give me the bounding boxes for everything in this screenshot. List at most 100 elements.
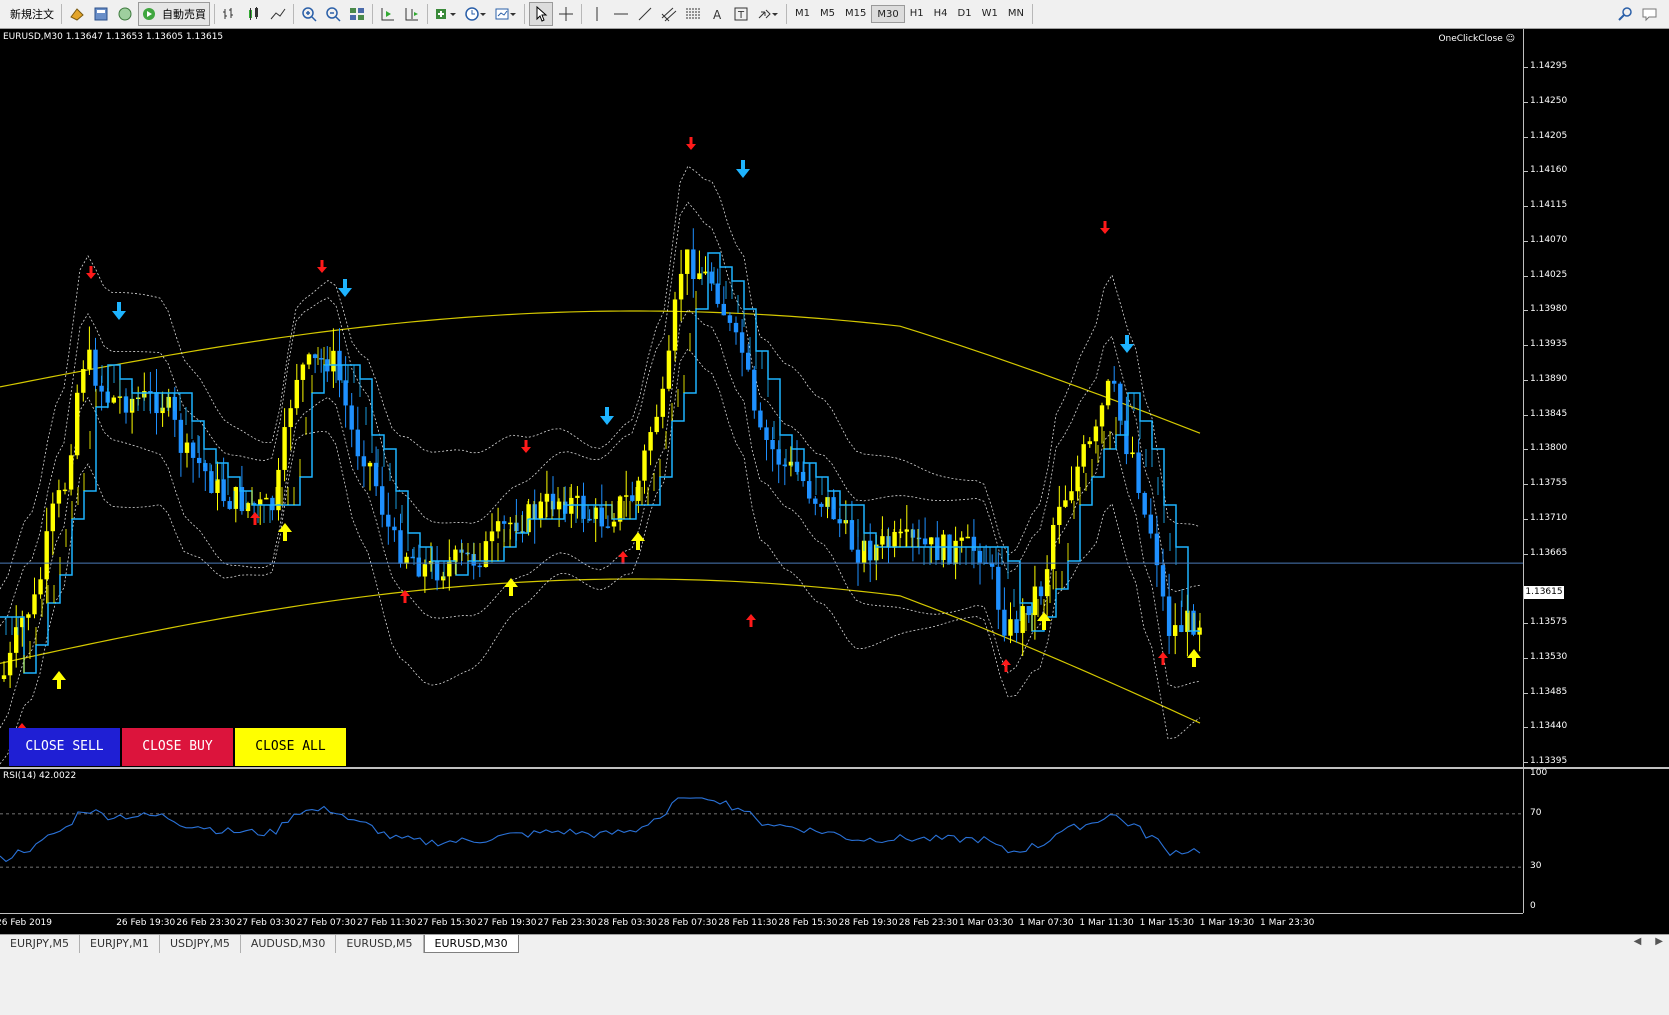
candle-body [1142,492,1147,515]
timeframe-w1[interactable]: W1 [977,5,1003,23]
timeframe-m15[interactable]: M15 [840,5,871,23]
timeframe-h4[interactable]: H4 [929,5,953,23]
scroll-right-icon[interactable]: ▶ [1655,936,1663,947]
price-label: 1.13575 [1530,617,1568,627]
new-order-label: 新規注文 [10,8,54,21]
metaeditor-icon[interactable] [66,3,88,25]
toolbar-divider [524,4,525,24]
candle-body [44,531,49,580]
candle-body [617,496,623,522]
candle-body [654,416,659,433]
tab-eurjpy-m5[interactable]: EURJPY,M5 [0,935,80,953]
candle-body [306,354,312,365]
timeframe-m1[interactable]: M1 [790,5,815,23]
candle-body [264,497,269,500]
periods-icon[interactable] [462,3,490,25]
candle-body [550,493,556,510]
timeframe-h1[interactable]: H1 [905,5,929,23]
candle-body [855,549,861,563]
candle-body [746,352,751,370]
candle-body [1130,452,1135,455]
candle-body [300,364,306,380]
price-tick [1524,136,1528,138]
oneclick-close-text: OneClickClose [1438,34,1503,44]
time-label: 1 Mar 03:30 [959,918,1014,928]
tab-eurusd-m30[interactable]: EURUSD,M30 [423,935,519,953]
candle-body [7,652,13,676]
tab-eurusd-m5[interactable]: EURUSD,M5 [336,935,424,953]
auto-trading-button[interactable]: 自動売買 [138,2,210,26]
tab-eurjpy-m1[interactable]: EURJPY,M1 [80,935,160,953]
price-label: 1.14160 [1530,165,1568,176]
candle-body [68,455,74,490]
chart-shift-icon[interactable] [401,3,423,25]
close-buy-button[interactable]: CLOSE BUY [122,728,233,766]
zoom-in-icon[interactable] [298,3,320,25]
candle-body [715,283,720,304]
top-marker-arrow [1100,221,1110,234]
candlestick-icon[interactable] [243,3,265,25]
timeframe-m30[interactable]: M30 [871,5,905,23]
bottom-marker-arrow [1158,652,1168,665]
scroll-left-icon[interactable]: ◀ [1634,936,1642,947]
text-icon[interactable]: A [706,3,728,25]
candle-body [1020,606,1025,633]
candle-body [1136,452,1141,493]
candle-body [1044,569,1050,597]
main-toolbar: 新規注文 自動売買 A T M1 M5 M15 M30 H1 H4 D1 W1 … [0,0,1669,29]
price-tick [1524,345,1528,346]
candle-body [441,576,446,581]
rsi-panel[interactable]: RSI(14) 42.0022 [0,769,1523,913]
envelope-upper [0,310,1201,434]
crosshair-icon[interactable] [555,3,577,25]
time-label: 27 Feb 19:30 [477,918,537,928]
templates-icon[interactable] [492,3,520,25]
line-chart-icon[interactable] [267,3,289,25]
trendline-icon[interactable] [634,3,656,25]
channel-icon[interactable] [658,3,680,25]
close-sell-button[interactable]: CLOSE SELL [9,728,120,766]
candle-body [697,273,702,279]
navigator-icon[interactable] [90,3,112,25]
timeframe-d1[interactable]: D1 [953,5,977,23]
zoom-out-icon[interactable] [322,3,344,25]
candle-body [611,521,617,527]
candle-body [1075,466,1080,492]
tab-usdjpy-m5[interactable]: USDJPY,M5 [160,935,241,953]
candle-body [1099,405,1105,427]
chat-icon[interactable] [1638,3,1662,25]
price-chart[interactable]: EURUSD,M30 1.13647 1.13653 1.13605 1.136… [0,29,1523,768]
vertical-line-icon[interactable] [586,3,608,25]
candle-body [733,322,739,333]
new-order-button[interactable]: 新規注文 [1,3,57,25]
candle-body [965,536,970,539]
autoscroll-icon[interactable] [377,3,399,25]
price-label: 1.13665 [1530,547,1568,558]
search-icon[interactable] [1614,3,1636,25]
horizontal-line-icon[interactable] [610,3,632,25]
indicators-icon[interactable] [432,3,460,25]
candle-body [910,529,916,538]
price-label: 1.13890 [1530,373,1568,384]
time-label: 26 Feb 23:30 [176,918,236,928]
tab-audusd-m30[interactable]: AUDUSD,M30 [241,935,337,953]
price-tick [1524,518,1528,520]
candle-body [904,529,909,532]
symbol-header: EURUSD,M30 1.13647 1.13653 1.13605 1.136… [3,32,224,42]
cursor-icon[interactable] [529,2,553,26]
bar-chart-icon[interactable] [219,3,241,25]
candle-body [190,442,196,458]
market-watch-icon[interactable] [114,3,136,25]
close-all-button[interactable]: CLOSE ALL [235,728,346,766]
rsi-axis: 100 70 30 0 [1523,768,1669,913]
candle-body [544,493,550,502]
fibonacci-icon[interactable] [682,3,704,25]
buy-signal-arrow [1037,612,1051,630]
timeframe-mn[interactable]: MN [1003,5,1029,23]
tile-windows-icon[interactable] [346,3,368,25]
timeframe-m5[interactable]: M5 [815,5,840,23]
arrows-icon[interactable] [754,3,782,25]
text-label-icon[interactable]: T [730,3,752,25]
oneclick-close-label[interactable]: OneClickClose ☺ [1438,34,1515,44]
candle-body [93,349,98,386]
